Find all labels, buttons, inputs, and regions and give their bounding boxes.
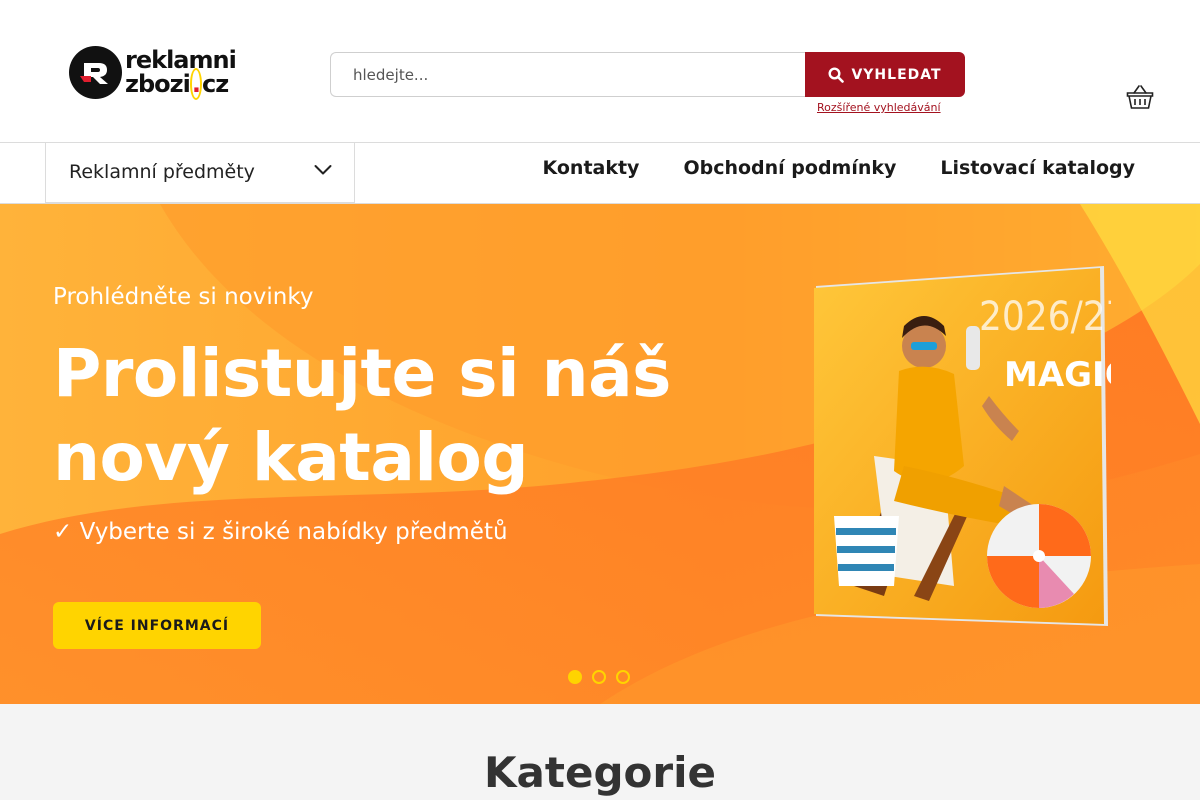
hero-title: Prolistujte si náš nový katalog: [53, 335, 671, 496]
category-dropdown-label: Reklamní předměty: [69, 161, 255, 183]
slider-dot-3[interactable]: [616, 670, 630, 684]
hero-subtitle: ✓ Vyberte si z široké nabídky předmětů: [53, 519, 508, 545]
site-logo[interactable]: reklamni zbozi.cz: [69, 44, 254, 100]
search-input[interactable]: [330, 52, 805, 97]
nav-link-obchodni-podminky[interactable]: Obchodní podmínky: [683, 157, 896, 179]
nav-link-listovaci-katalogy[interactable]: Listovací katalogy: [940, 157, 1135, 179]
search-button-label: VYHLEDAT: [851, 66, 942, 83]
search-icon: [828, 66, 845, 83]
nav-links: Kontakty Obchodní podmínky Listovací kat…: [542, 143, 1135, 193]
logo-wordmark: reklamni zbozi.cz: [125, 48, 237, 100]
main-navbar: Reklamní předměty Kontakty Obchodní podm…: [0, 142, 1200, 204]
category-dropdown[interactable]: Reklamní předměty: [45, 142, 355, 203]
search-bar: VYHLEDAT: [330, 52, 965, 97]
basket-icon: [1126, 85, 1154, 109]
catalog-name: MAGIC: [1004, 355, 1111, 395]
logo-line-2b: cz: [201, 70, 229, 98]
chevron-down-icon: [314, 165, 332, 175]
logo-dot: .: [189, 68, 202, 100]
logo-mark-icon: [69, 45, 122, 99]
slider-dots: [568, 670, 630, 684]
logo-line-2a: zbozi: [125, 70, 191, 98]
catalog-year: 2026/27: [979, 294, 1111, 340]
slider-dot-2[interactable]: [592, 670, 606, 684]
more-info-button[interactable]: VÍCE INFORMACÍ: [53, 602, 261, 649]
catalog-cover-image[interactable]: 2026/27 MAGIC: [814, 266, 1111, 631]
hero-banner: Prohlédněte si novinky Prolistujte si ná…: [0, 204, 1200, 704]
categories-heading: Kategorie: [484, 748, 716, 797]
search-button[interactable]: VYHLEDAT: [805, 52, 965, 97]
nav-link-kontakty[interactable]: Kontakty: [542, 157, 639, 179]
slider-dot-1[interactable]: [568, 670, 582, 684]
advanced-search-link[interactable]: Rozšířené vyhledávání: [817, 101, 941, 114]
hero-kicker: Prohlédněte si novinky: [53, 284, 314, 310]
categories-section: Kategorie: [0, 704, 1200, 800]
site-header: reklamni zbozi.cz VYHLEDAT Rozšířené vyh…: [0, 0, 1200, 143]
cart-button[interactable]: [1126, 84, 1154, 110]
